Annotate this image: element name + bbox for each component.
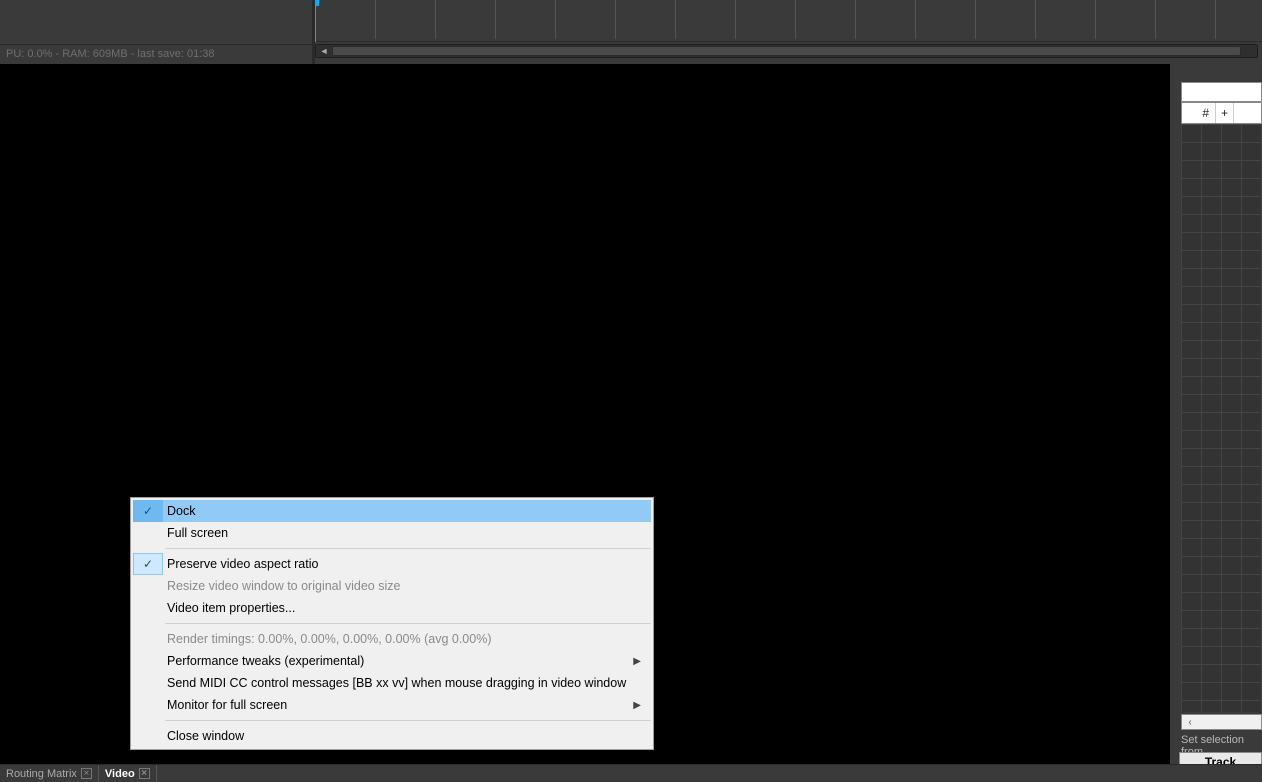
dock-tab-video[interactable]: Video × (99, 765, 157, 782)
scrollbar-thumb[interactable] (332, 46, 1241, 56)
track-manager-filter-input[interactable] (1181, 82, 1262, 102)
menu-item-monitor-fullscreen[interactable]: Monitor for full screen ▶ (133, 694, 651, 716)
scroll-left-icon[interactable]: ◄ (316, 45, 332, 57)
dock-tab-label: Video (105, 768, 135, 780)
track-panel-divider[interactable] (312, 0, 315, 64)
menu-item-dock[interactable]: ✓ Dock (133, 500, 651, 522)
menu-item-video-item-properties[interactable]: Video item properties... (133, 597, 651, 619)
close-icon[interactable]: × (139, 768, 150, 779)
menu-item-resize-original[interactable]: Resize video window to original video si… (133, 575, 651, 597)
timeline-horizontal-scrollbar[interactable]: ◄ (315, 44, 1258, 58)
scroll-right-icon[interactable] (1241, 45, 1257, 57)
track-manager-panel: # + ‹ Set selection from Track Manage (1179, 64, 1262, 782)
timeline-area: ◄ PU: 0.0% - RAM: 609MB - last save: 01:… (0, 0, 1262, 64)
scroll-left-icon[interactable]: ‹ (1182, 717, 1198, 728)
check-icon: ✓ (143, 504, 153, 518)
close-icon[interactable]: × (81, 768, 92, 779)
track-manager-header[interactable]: # + (1181, 102, 1262, 124)
track-manager-hscroll[interactable]: ‹ (1181, 714, 1262, 730)
dock-tab-routing-matrix[interactable]: Routing Matrix × (0, 765, 99, 782)
performance-status: PU: 0.0% - RAM: 609MB - last save: 01:38 (0, 44, 312, 64)
submenu-arrow-icon: ▶ (633, 656, 641, 667)
dock-tab-strip: Routing Matrix × Video × (0, 764, 1262, 782)
video-context-menu: ✓ Dock Full screen ✓ Preserve video aspe… (130, 497, 654, 750)
menu-item-performance-tweaks[interactable]: Performance tweaks (experimental) ▶ (133, 650, 651, 672)
track-manager-hint: Set selection from (1181, 732, 1262, 750)
menu-item-render-timings: Render timings: 0.00%, 0.00%, 0.00%, 0.0… (133, 628, 651, 650)
menu-separator (165, 623, 651, 624)
menu-item-full-screen[interactable]: Full screen (133, 522, 651, 544)
menu-item-close-window[interactable]: Close window (133, 725, 651, 747)
submenu-arrow-icon: ▶ (633, 700, 641, 711)
menu-separator (165, 548, 651, 549)
menu-item-send-midi-cc[interactable]: Send MIDI CC control messages [BB xx vv]… (133, 672, 651, 694)
menu-item-preserve-aspect[interactable]: ✓ Preserve video aspect ratio (133, 553, 651, 575)
column-index[interactable]: # (1182, 103, 1216, 123)
playhead[interactable] (315, 0, 316, 42)
track-manager-grid[interactable] (1181, 124, 1262, 712)
menu-separator (165, 720, 651, 721)
check-icon: ✓ (143, 557, 153, 571)
dock-tab-label: Routing Matrix (6, 768, 77, 780)
timeline-ruler[interactable] (315, 0, 1262, 42)
column-add[interactable]: + (1216, 103, 1234, 123)
